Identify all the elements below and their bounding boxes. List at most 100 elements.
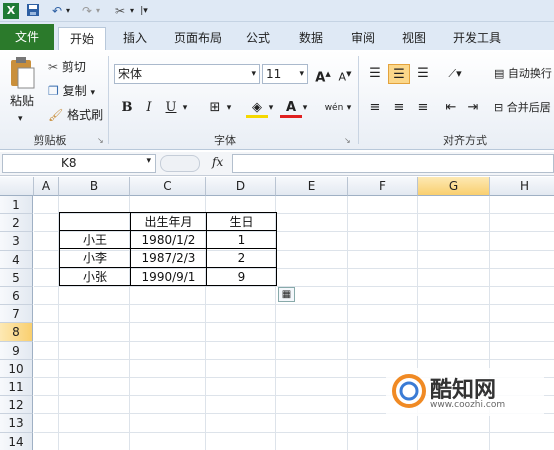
qat-menu-icon[interactable]: |▾ xyxy=(140,3,148,19)
tab-developer[interactable]: 开发工具 xyxy=(446,27,508,50)
column-header-f[interactable]: F xyxy=(348,177,418,196)
row-header-8[interactable]: 8 xyxy=(0,323,33,342)
dialog-launcher-icon[interactable]: ↘ xyxy=(97,136,104,145)
merge-center-button[interactable]: ⊟ 合并后居 xyxy=(494,99,551,117)
paste-icon[interactable] xyxy=(8,56,36,90)
increase-font-icon[interactable]: A▲ xyxy=(312,64,334,85)
table-cell[interactable]: 1990/9/1 xyxy=(130,266,207,286)
borders-icon[interactable]: ⊞ xyxy=(204,98,226,118)
select-all-corner[interactable] xyxy=(0,177,34,196)
align-top-icon[interactable]: ☰ xyxy=(364,64,386,84)
customize-icon[interactable]: ✂ xyxy=(112,3,128,19)
column-header-d[interactable]: D xyxy=(206,177,276,196)
save-icon[interactable] xyxy=(26,3,40,19)
table-cell[interactable]: 1980/1/2 xyxy=(130,230,207,250)
table-cell[interactable]: 2 xyxy=(206,248,277,268)
row-header-6[interactable]: 6 xyxy=(0,287,33,306)
table-cell[interactable]: 小王 xyxy=(59,230,131,250)
phonetic-icon[interactable]: wén xyxy=(322,98,346,118)
chevron-down-icon[interactable]: ▾ xyxy=(344,98,354,118)
paste-options-icon[interactable]: ▦ xyxy=(278,287,295,302)
copy-button[interactable]: ❐ 复制 ▾ xyxy=(48,82,95,102)
formula-splitter[interactable] xyxy=(160,155,200,172)
align-left-icon[interactable]: ≡ xyxy=(364,98,386,118)
align-right-icon[interactable]: ≡ xyxy=(412,98,434,118)
tab-data[interactable]: 数据 xyxy=(291,27,331,50)
column-header-h[interactable]: H xyxy=(490,177,554,196)
row-header-13[interactable]: 13 xyxy=(0,414,33,433)
underline-button[interactable]: U xyxy=(160,98,182,118)
wrap-text-button[interactable]: ▤ 自动换行 xyxy=(494,65,552,83)
increase-indent-icon[interactable]: ⇥ xyxy=(462,98,484,118)
chevron-down-icon[interactable]: ▾ xyxy=(128,3,136,19)
formula-input[interactable] xyxy=(232,154,554,173)
table-cell[interactable]: 小李 xyxy=(59,248,131,268)
row-header-7[interactable]: 7 xyxy=(0,305,33,324)
chevron-down-icon: ▾ xyxy=(299,69,304,79)
tab-home[interactable]: 开始 xyxy=(58,27,106,50)
align-bottom-icon[interactable]: ☰ xyxy=(412,64,434,84)
column-header-g[interactable]: G xyxy=(418,177,490,196)
row-header-1[interactable]: 1 xyxy=(0,196,33,215)
decrease-indent-icon[interactable]: ⇤ xyxy=(440,98,462,118)
table-cell[interactable]: 9 xyxy=(206,266,277,286)
row-header-2[interactable]: 2 xyxy=(0,214,33,233)
undo-icon[interactable]: ↶ xyxy=(50,3,64,19)
dialog-launcher-icon[interactable]: ↘ xyxy=(344,136,351,145)
font-name-select[interactable]: 宋体 ▾ xyxy=(114,64,260,84)
cut-button[interactable]: ✂ 剪切 xyxy=(48,58,86,76)
scissors-icon: ✂ xyxy=(48,60,59,74)
fill-color-icon[interactable]: ◈ xyxy=(246,98,268,118)
table-cell[interactable]: 小张 xyxy=(59,266,131,286)
row-header-4[interactable]: 4 xyxy=(0,250,33,269)
wrap-text-label: 自动换行 xyxy=(507,67,552,80)
tab-insert[interactable]: 插入 xyxy=(115,27,155,50)
insert-function-icon[interactable]: fx xyxy=(212,155,223,169)
column-header-b[interactable]: B xyxy=(59,177,130,196)
row-header-12[interactable]: 12 xyxy=(0,396,33,415)
decrease-font-icon[interactable]: A▼ xyxy=(334,64,356,84)
bold-button[interactable]: B xyxy=(116,98,138,118)
chevron-down-icon[interactable]: ▾ xyxy=(64,3,72,19)
column-header-c[interactable]: C xyxy=(130,177,206,196)
table-header-cell[interactable]: 出生年月 xyxy=(130,212,207,232)
format-painter-button[interactable]: 🖌 格式刷 xyxy=(48,106,103,124)
row-header-10[interactable]: 10 xyxy=(0,359,33,378)
orientation-icon[interactable]: ⟋▾ xyxy=(444,64,466,84)
chevron-down-icon[interactable]: ▾ xyxy=(300,98,310,118)
table-header-cell[interactable] xyxy=(59,212,131,232)
table-cell[interactable]: 1 xyxy=(206,230,277,250)
row-header-14[interactable]: 14 xyxy=(0,432,33,450)
font-color-icon[interactable]: A xyxy=(280,98,302,118)
merge-icon: ⊟ xyxy=(494,101,504,114)
chevron-down-icon[interactable]: ▾ xyxy=(224,98,234,118)
row-header-11[interactable]: 11 xyxy=(0,378,33,397)
watermark: 酷知网 www.coozhi.com xyxy=(386,368,544,416)
row-header-3[interactable]: 3 xyxy=(0,232,33,251)
redo-icon[interactable]: ↷ xyxy=(80,3,94,19)
align-middle-icon[interactable]: ☰ xyxy=(388,64,410,84)
italic-button[interactable]: I xyxy=(138,98,160,118)
paste-button[interactable]: 粘贴 xyxy=(10,92,34,110)
row-header-5[interactable]: 5 xyxy=(0,268,33,287)
group-label-alignment: 对齐方式 xyxy=(443,134,487,147)
row-header-9[interactable]: 9 xyxy=(0,341,33,360)
tab-view[interactable]: 视图 xyxy=(394,27,434,50)
chevron-down-icon[interactable]: ▾ xyxy=(94,3,102,19)
grid-row-line xyxy=(34,431,554,433)
font-size-select[interactable]: 11 ▾ xyxy=(262,64,308,84)
chevron-down-icon[interactable]: ▾ xyxy=(180,98,190,118)
tab-page-layout[interactable]: 页面布局 xyxy=(168,27,228,50)
chevron-down-icon[interactable]: ▾ xyxy=(266,98,276,118)
table-header-cell[interactable]: 生日 xyxy=(206,212,277,232)
chevron-down-icon[interactable]: ▾ xyxy=(18,110,23,128)
tab-formulas[interactable]: 公式 xyxy=(238,27,278,50)
copy-icon: ❐ xyxy=(48,84,59,98)
column-header-e[interactable]: E xyxy=(276,177,348,196)
name-box[interactable]: K8 ▾ xyxy=(2,154,156,173)
tab-file[interactable]: 文件 xyxy=(0,24,54,50)
column-header-a[interactable]: A xyxy=(34,177,59,196)
tab-review[interactable]: 审阅 xyxy=(343,27,383,50)
table-cell[interactable]: 1987/2/3 xyxy=(130,248,207,268)
align-center-icon[interactable]: ≡ xyxy=(388,98,410,118)
